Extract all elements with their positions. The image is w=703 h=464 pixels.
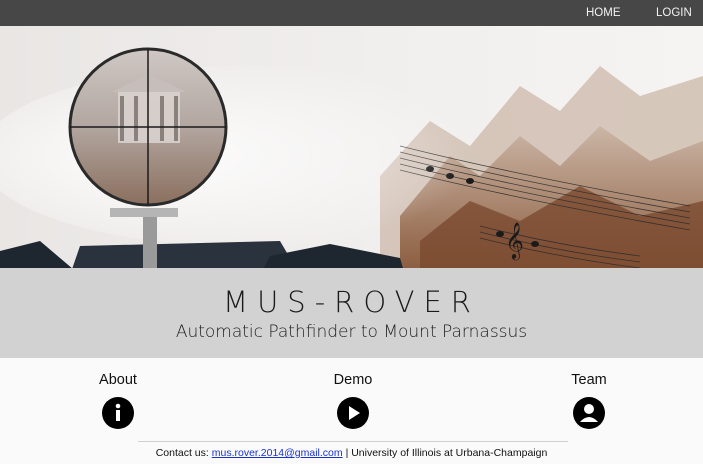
svg-text:𝄞: 𝄞: [505, 221, 524, 260]
site-title: MUS-ROVER: [223, 285, 480, 319]
footer-affiliation: | University of Illinois at Urbana-Champ…: [345, 447, 548, 459]
footer-contact-label: Contact us:: [155, 447, 209, 459]
demo-label[interactable]: Demo: [303, 372, 403, 388]
team-label[interactable]: Team: [539, 372, 639, 388]
nav-login-link[interactable]: LOGIN: [656, 0, 692, 26]
nav-home-link[interactable]: HOME: [586, 0, 621, 26]
contact-email-link[interactable]: mus.rover.2014@gmail.com: [212, 447, 343, 459]
footer-divider: [138, 441, 568, 442]
site-subtitle: Automatic Pathfinder to Mount Parnassus: [175, 322, 528, 342]
account-icon[interactable]: [573, 397, 605, 429]
hero-illustration: 𝄞: [0, 26, 703, 275]
team-section[interactable]: Team: [539, 372, 639, 429]
play-icon[interactable]: [337, 397, 369, 429]
footer: Contact us: mus.rover.2014@gmail.com | U…: [0, 447, 703, 459]
about-label[interactable]: About: [68, 372, 168, 388]
demo-section[interactable]: Demo: [303, 372, 403, 429]
about-section[interactable]: About: [68, 372, 168, 429]
hero-image: 𝄞: [0, 26, 703, 275]
info-icon[interactable]: [102, 397, 134, 429]
